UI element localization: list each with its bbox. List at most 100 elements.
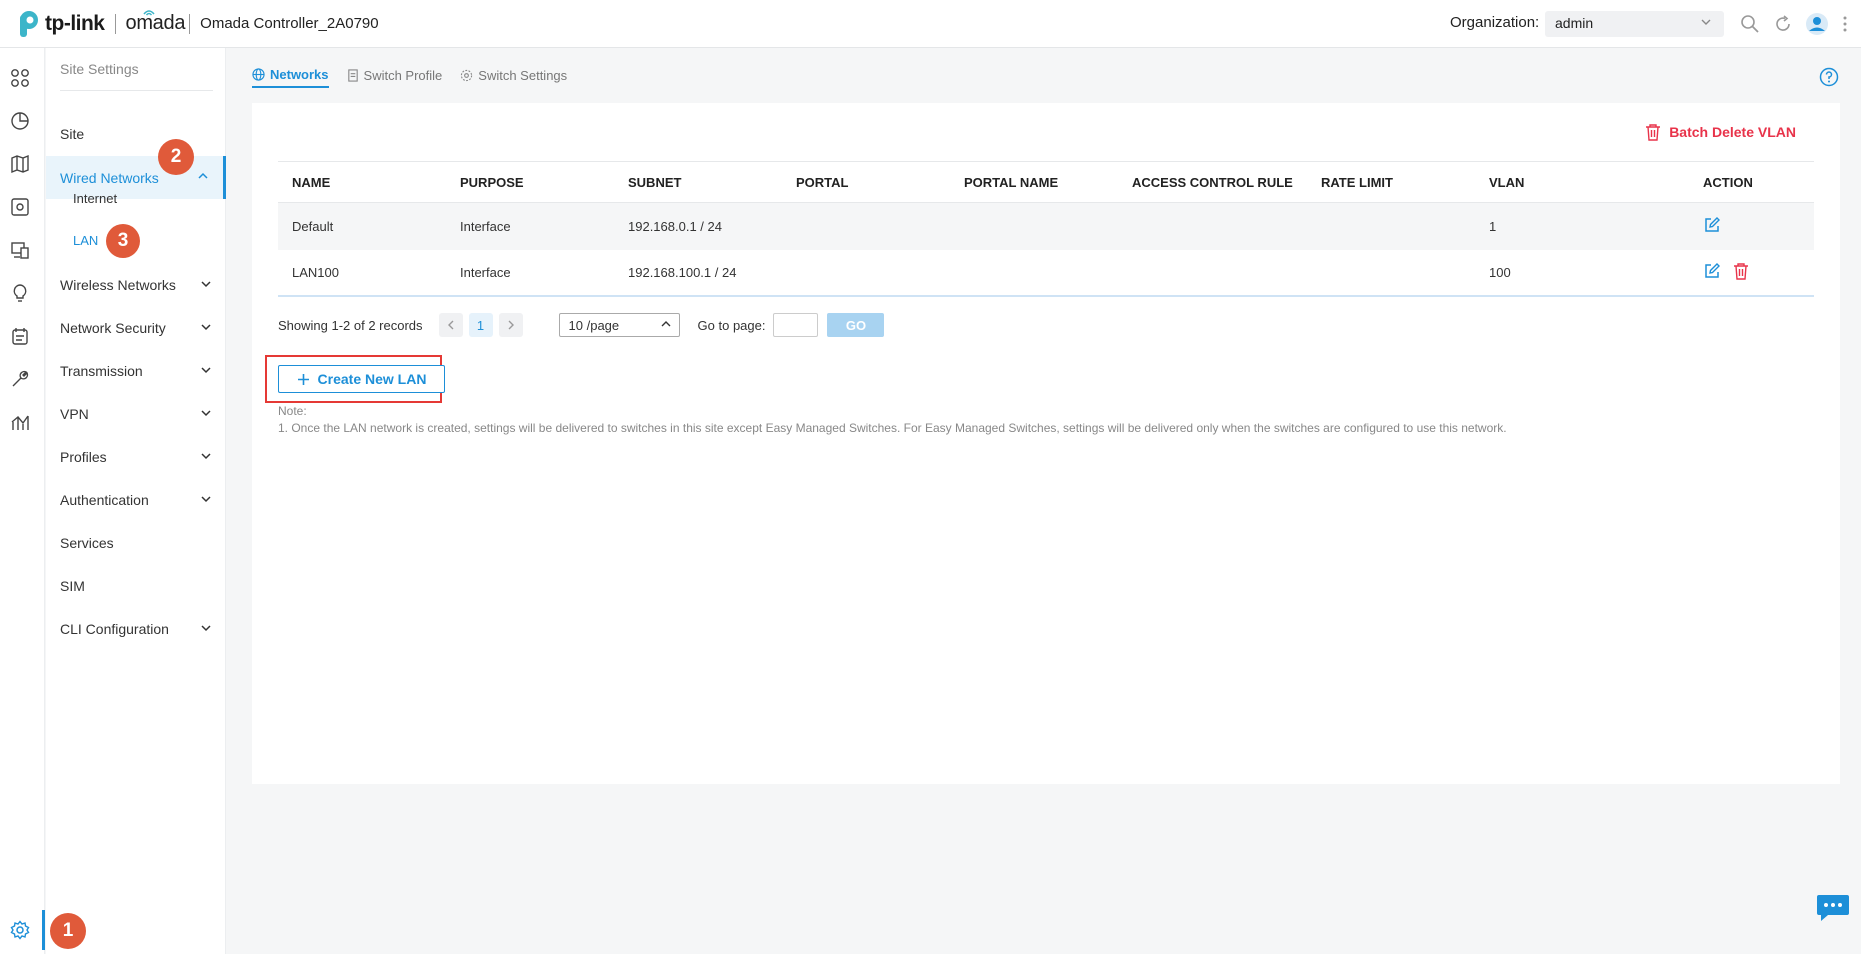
lan-table: NAME PURPOSE SUBNET PORTAL PORTAL NAME A…: [278, 161, 1814, 297]
nav-label: Wireless Networks: [60, 277, 176, 293]
nav-divider: [60, 90, 213, 91]
cell-action: [1689, 262, 1804, 283]
goto-page-label: Go to page:: [697, 317, 766, 333]
note-text: 1. Once the LAN network is created, sett…: [278, 421, 1507, 435]
table-row[interactable]: LAN100 Interface 192.168.100.1 / 24 100: [278, 250, 1814, 297]
global-icon-bar: [0, 48, 45, 954]
cell-purpose: Interface: [460, 219, 511, 234]
prev-page-button[interactable]: [438, 313, 463, 337]
next-page-button[interactable]: [498, 313, 523, 337]
nav-label: Services: [60, 535, 114, 551]
refresh-icon[interactable]: [1773, 14, 1793, 34]
nav-label: Transmission: [60, 363, 143, 379]
organization-select[interactable]: admin: [1545, 11, 1724, 37]
goto-page-input[interactable]: [773, 313, 819, 337]
batch-delete-vlan-button[interactable]: Batch Delete VLAN: [1645, 123, 1796, 141]
settings-active-indicator: [42, 910, 45, 950]
nav-sub-lan[interactable]: LAN: [73, 233, 98, 248]
nav-label: Profiles: [60, 449, 107, 465]
tab-bar: Networks Switch Profile Switch Settings: [252, 62, 585, 88]
page-size-select[interactable]: 10 /page: [558, 313, 680, 337]
cell-vlan: 1: [1489, 219, 1497, 234]
cell-subnet: 192.168.100.1 / 24: [628, 265, 737, 280]
column-header[interactable]: PURPOSE: [446, 175, 614, 190]
dashboard-icon[interactable]: [9, 67, 31, 89]
edit-icon[interactable]: [1703, 262, 1721, 280]
nav-item-sim[interactable]: SIM: [46, 565, 226, 607]
nav-label: VPN: [60, 406, 89, 422]
chevron-down-icon: [201, 324, 211, 331]
step-badge-2: 2: [158, 139, 194, 175]
column-header[interactable]: NAME: [278, 175, 446, 190]
search-icon[interactable]: [1740, 14, 1760, 34]
column-header[interactable]: SUBNET: [614, 175, 782, 190]
settings-gear-icon[interactable]: [9, 919, 31, 941]
nav-item-cli-configuration[interactable]: CLI Configuration: [46, 608, 226, 650]
nav-item-wireless-networks[interactable]: Wireless Networks: [46, 264, 226, 306]
nav-label: SIM: [60, 578, 85, 594]
chevron-down-icon: [1701, 19, 1711, 25]
note-title: Note:: [278, 404, 307, 418]
tab-switch-profile[interactable]: Switch Profile: [347, 62, 442, 88]
reports-chart-icon[interactable]: [9, 411, 31, 433]
nav-item-authentication[interactable]: Authentication: [46, 479, 226, 521]
chevron-down-icon: [201, 410, 211, 417]
tools-wrench-icon[interactable]: [9, 368, 31, 390]
top-bar: tp-link omada Omada Controller_2A0790 Or…: [0, 0, 1861, 48]
user-avatar-icon[interactable]: [1805, 12, 1829, 36]
tplink-logo[interactable]: tp-link omada Omada Controller_2A0790: [11, 9, 379, 39]
globe-icon: [252, 67, 265, 81]
site-settings-nav: Site Settings Site Wired Networks Intern…: [46, 48, 226, 954]
nav-title: Site Settings: [60, 61, 139, 77]
document-icon: [347, 68, 358, 82]
tab-switch-settings[interactable]: Switch Settings: [460, 62, 567, 88]
nav-item-transmission[interactable]: Transmission: [46, 350, 226, 392]
insight-bulb-icon[interactable]: [9, 282, 31, 304]
edit-icon[interactable]: [1703, 216, 1721, 234]
nav-item-vpn[interactable]: VPN: [46, 393, 226, 435]
pagination: Showing 1-2 of 2 records 1 10 /page Go t…: [278, 313, 885, 337]
step-badge-1: 1: [50, 913, 86, 949]
records-summary: Showing 1-2 of 2 records: [278, 317, 423, 333]
chevron-down-icon: [201, 625, 211, 632]
column-header[interactable]: RATE LIMIT: [1307, 175, 1475, 190]
nav-label: Site: [60, 126, 85, 142]
page-number-button[interactable]: 1: [468, 313, 493, 337]
nav-label: Authentication: [60, 492, 149, 508]
logs-icon[interactable]: [9, 325, 31, 347]
table-header: NAME PURPOSE SUBNET PORTAL PORTAL NAME A…: [278, 161, 1814, 203]
create-new-lan-button[interactable]: Create New LAN: [278, 365, 445, 393]
cell-purpose: Interface: [460, 265, 511, 280]
tab-label: Networks: [270, 66, 329, 82]
nav-label: Network Security: [60, 320, 166, 336]
map-icon[interactable]: [9, 153, 31, 175]
column-header[interactable]: VLAN: [1475, 175, 1689, 190]
column-header[interactable]: PORTAL NAME: [950, 175, 1118, 190]
nav-item-site[interactable]: Site: [46, 113, 226, 155]
create-new-lan-label: Create New LAN: [317, 371, 427, 387]
chat-icon[interactable]: [1816, 894, 1850, 922]
nav-sub-internet[interactable]: Internet: [73, 191, 117, 206]
go-button[interactable]: GO: [827, 313, 885, 337]
cell-action: [1689, 216, 1804, 237]
chevron-down-icon: [201, 367, 211, 374]
table-row[interactable]: Default Interface 192.168.0.1 / 24 1: [278, 203, 1814, 250]
column-header[interactable]: PORTAL: [782, 175, 950, 190]
column-header[interactable]: ACCESS CONTROL RULE: [1118, 175, 1307, 190]
page-size-value: 10 /page: [568, 318, 620, 333]
tab-networks[interactable]: Networks: [252, 62, 329, 88]
nav-item-network-security[interactable]: Network Security: [46, 307, 226, 349]
help-icon[interactable]: [1819, 67, 1839, 87]
nav-item-services[interactable]: Services: [46, 522, 226, 564]
gear-icon: [461, 69, 473, 81]
clients-icon[interactable]: [9, 239, 31, 261]
more-vertical-icon[interactable]: [1842, 14, 1848, 34]
trash-icon[interactable]: [1733, 262, 1749, 280]
statistics-pie-icon[interactable]: [9, 110, 31, 132]
chevron-right-icon: [508, 320, 514, 330]
nav-item-profiles[interactable]: Profiles: [46, 436, 226, 478]
cell-subnet: 192.168.0.1 / 24: [628, 219, 722, 234]
tab-label: Switch Settings: [478, 67, 568, 83]
logo-divider-2: [189, 13, 191, 34]
devices-icon[interactable]: [9, 196, 31, 218]
